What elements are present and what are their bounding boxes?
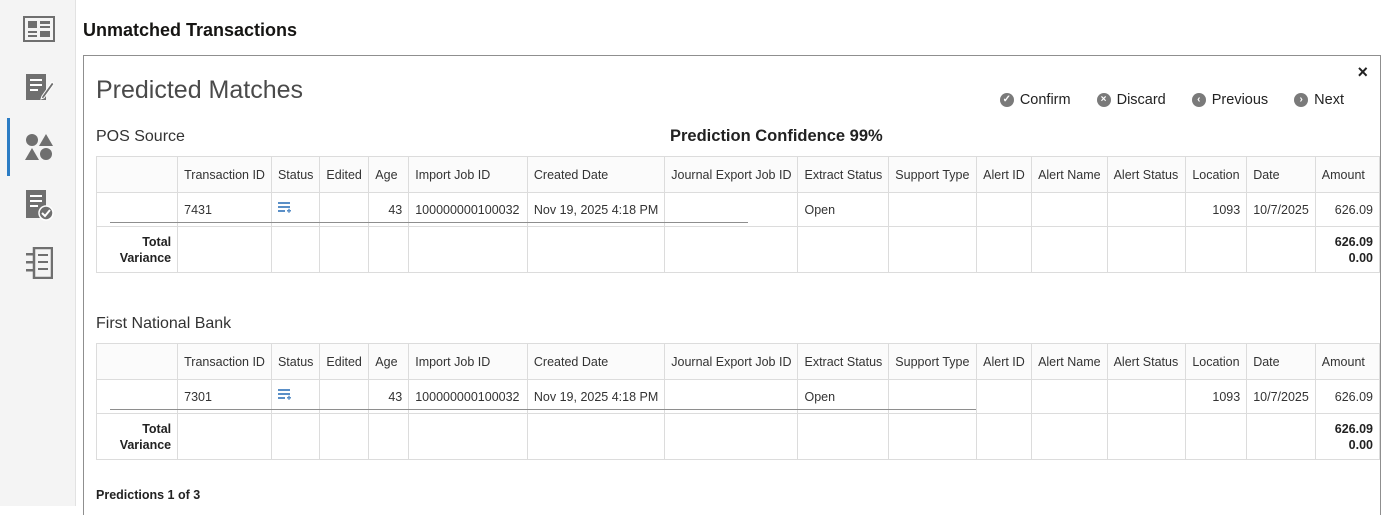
horizontal-scrollbar[interactable] — [110, 222, 748, 223]
header-cell[interactable]: Transaction ID — [177, 156, 272, 193]
header-cell[interactable]: Import Job ID — [408, 343, 528, 380]
total-row: Total Variance 626.09 0.00 — [95, 413, 1380, 460]
header-cell[interactable]: Alert ID — [976, 156, 1033, 193]
report-icon[interactable] — [22, 246, 56, 280]
header-cell[interactable]: Amount — [1314, 343, 1380, 380]
header-cell[interactable]: Transaction ID — [177, 343, 272, 380]
confirm-label: Confirm — [1019, 92, 1071, 108]
header-cell[interactable]: Created Date — [526, 343, 666, 380]
alert-name-cell — [1031, 379, 1108, 414]
status-list-icon[interactable] — [277, 388, 292, 405]
header-cell[interactable]: Date — [1246, 343, 1316, 380]
dialog-title: Predicted Matches — [96, 76, 304, 104]
predicted-matches-dialog: × Predicted Matches ✓ Confirm × Discard … — [83, 55, 1381, 515]
page-title: Unmatched Transactions — [83, 20, 298, 40]
header-cell — [95, 343, 179, 380]
date-cell: 10/7/2025 — [1246, 192, 1316, 227]
header-cell — [95, 156, 179, 193]
header-cell[interactable]: Alert Status — [1106, 343, 1187, 380]
section-label: POS Source — [96, 128, 185, 145]
header-cell[interactable]: Status — [270, 156, 321, 193]
dialog-actions: ✓ Confirm × Discard ‹ Previous › Next — [999, 92, 1344, 108]
header-cell[interactable]: Alert Name — [1031, 343, 1108, 380]
total-amount-cell: 626.09 0.00 — [1314, 226, 1380, 273]
previous-button[interactable]: ‹ Previous — [1191, 92, 1269, 108]
first-national-bank-table: Transaction ID Status Edited Age Import … — [95, 343, 1380, 460]
header-cell[interactable]: Status — [270, 343, 321, 380]
header-cell[interactable]: Edited — [319, 156, 370, 193]
total-label-cell: Total Variance — [95, 413, 179, 460]
header-cell[interactable]: Alert Name — [1031, 156, 1108, 193]
variance-amount: 0.00 — [1348, 250, 1373, 265]
total-label-cell: Total Variance — [95, 226, 179, 273]
next-label: Next — [1314, 92, 1344, 108]
arrow-right-circle-icon: › — [1294, 93, 1309, 107]
confirm-button[interactable]: ✓ Confirm — [999, 92, 1071, 108]
alert-status-cell — [1106, 192, 1187, 227]
header-cell[interactable]: Location — [1185, 343, 1248, 380]
pos-source-table: Transaction ID Status Edited Age Import … — [95, 156, 1380, 273]
table-header-row: Transaction ID Status Edited Age Import … — [95, 343, 1380, 380]
header-cell[interactable]: Support Type — [888, 343, 978, 380]
total-label: Total — [142, 421, 172, 436]
check-circle-icon: ✓ — [999, 93, 1014, 107]
total-amount: 626.09 — [1334, 234, 1373, 249]
status-list-icon[interactable] — [277, 201, 292, 218]
active-indicator — [7, 118, 10, 176]
total-amount: 626.09 — [1334, 421, 1373, 436]
total-row: Total Variance 626.09 0.00 — [95, 226, 1380, 273]
alert-id-cell — [976, 379, 1033, 414]
header-cell[interactable]: Alert ID — [976, 343, 1033, 380]
variance-label: Variance — [119, 250, 172, 265]
header-cell[interactable]: Edited — [319, 343, 370, 380]
header-cell[interactable]: Extract Status — [797, 156, 890, 193]
horizontal-scrollbar[interactable] — [110, 409, 976, 410]
previous-label: Previous — [1211, 92, 1269, 108]
dashboard-icon[interactable] — [22, 12, 56, 46]
header-cell[interactable]: Location — [1185, 156, 1248, 193]
arrow-left-circle-icon: ‹ — [1191, 93, 1206, 107]
header-cell[interactable]: Amount — [1314, 156, 1380, 193]
section-label: First National Bank — [96, 315, 232, 332]
header-cell[interactable]: Age — [368, 343, 410, 380]
header-cell[interactable]: Created Date — [526, 156, 666, 193]
location-cell: 1093 — [1185, 192, 1248, 227]
next-button[interactable]: › Next — [1294, 92, 1344, 108]
variance-label: Variance — [119, 437, 172, 452]
extract-status-cell: Open — [797, 192, 890, 227]
nav-rail — [0, 0, 76, 506]
header-cell[interactable]: Age — [368, 156, 410, 193]
shapes-icon[interactable] — [22, 130, 56, 164]
edit-list-icon[interactable] — [22, 70, 56, 104]
table-header-row: Transaction ID Status Edited Age Import … — [95, 156, 1380, 193]
amount-cell: 626.09 — [1314, 379, 1380, 414]
total-amount-cell: 626.09 0.00 — [1314, 413, 1380, 460]
location-cell: 1093 — [1185, 379, 1248, 414]
alert-name-cell — [1031, 192, 1108, 227]
discard-button[interactable]: × Discard — [1096, 92, 1166, 108]
header-cell[interactable]: Extract Status — [797, 343, 890, 380]
x-circle-icon: × — [1096, 93, 1111, 107]
header-cell[interactable]: Journal Export Job ID — [664, 343, 799, 380]
close-icon[interactable]: × — [1357, 62, 1368, 83]
header-cell[interactable]: Journal Export Job ID — [664, 156, 799, 193]
predictions-counter: Predictions 1 of 3 — [96, 488, 201, 502]
discard-label: Discard — [1116, 92, 1166, 108]
support-type-cell — [888, 192, 978, 227]
alert-status-cell — [1106, 379, 1187, 414]
variance-amount: 0.00 — [1348, 437, 1373, 452]
total-label: Total — [142, 234, 172, 249]
amount-cell: 626.09 — [1314, 192, 1380, 227]
header-cell[interactable]: Alert Status — [1106, 156, 1187, 193]
alert-id-cell — [976, 192, 1033, 227]
header-cell[interactable]: Import Job ID — [408, 156, 528, 193]
header-cell[interactable]: Support Type — [888, 156, 978, 193]
prediction-confidence: Prediction Confidence 99% — [670, 127, 883, 145]
checklist-icon[interactable] — [22, 188, 56, 222]
date-cell: 10/7/2025 — [1246, 379, 1316, 414]
header-cell[interactable]: Date — [1246, 156, 1316, 193]
